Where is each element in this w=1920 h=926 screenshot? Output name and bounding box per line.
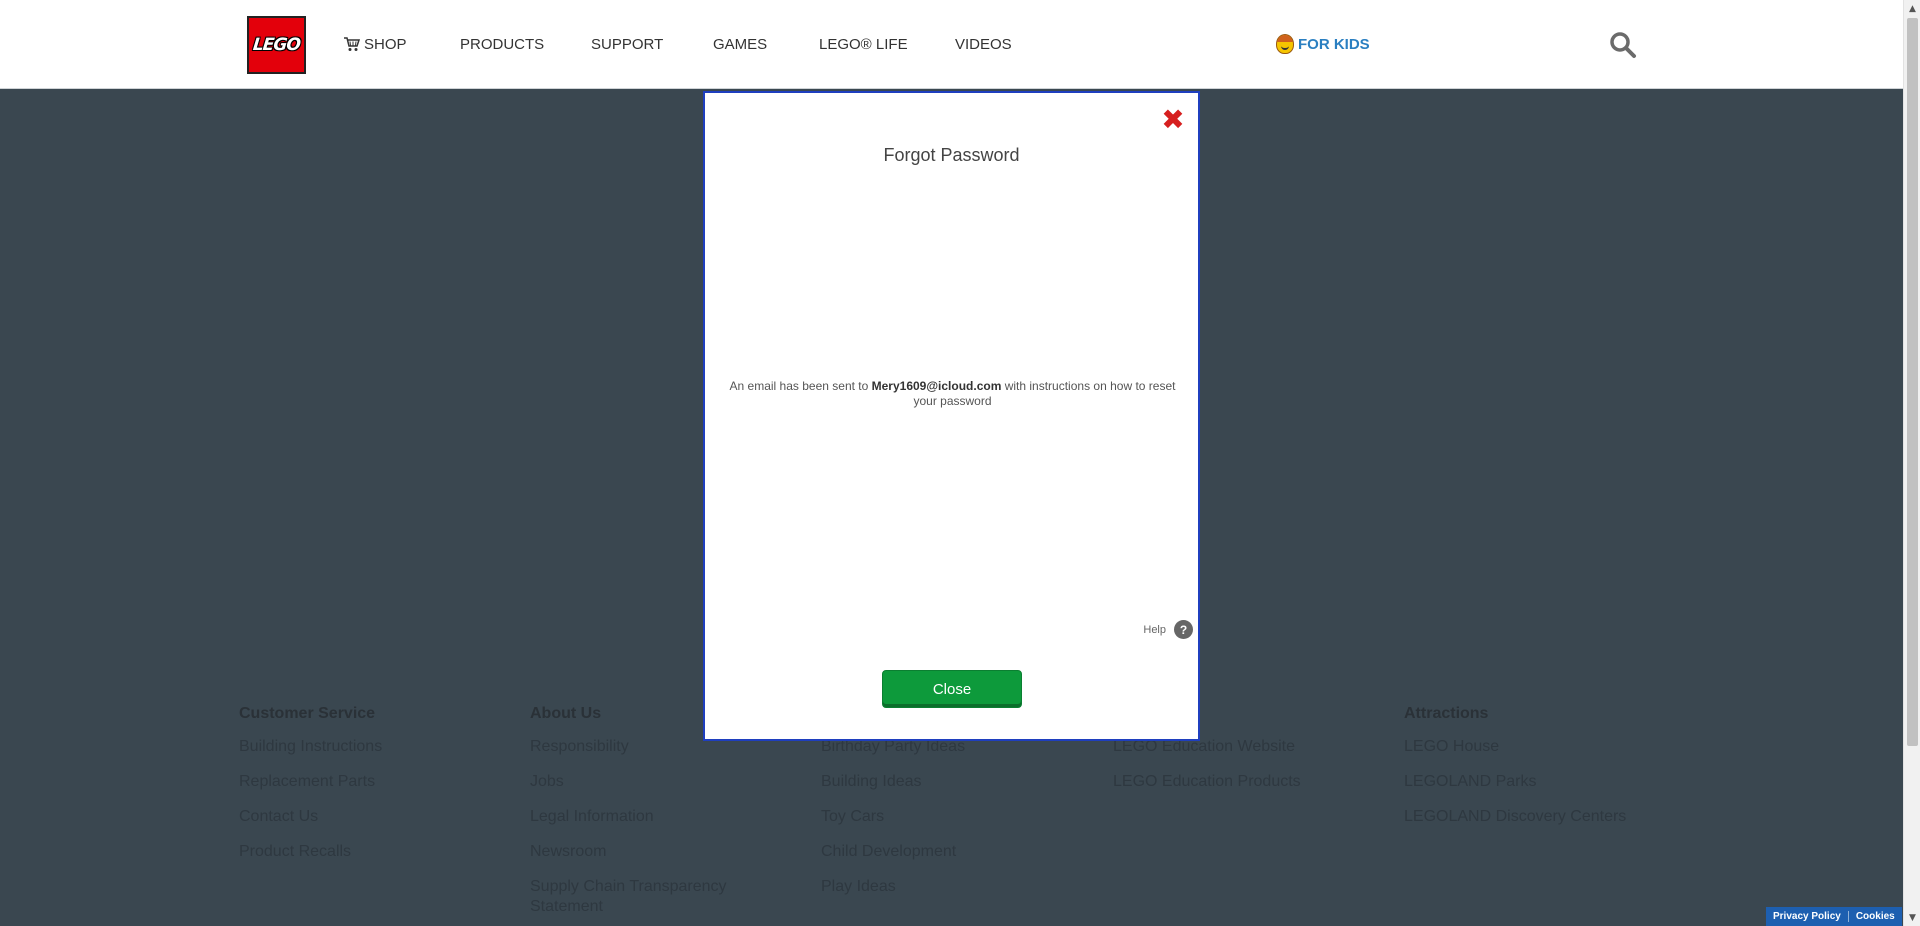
close-icon[interactable]: ✖ bbox=[1160, 106, 1186, 134]
nav-support[interactable]: SUPPORT bbox=[591, 36, 663, 53]
nav-shop[interactable]: SHOP bbox=[343, 36, 407, 53]
search-icon[interactable] bbox=[1609, 31, 1637, 59]
footer-column-customer-service: Customer Service Building Instructions R… bbox=[239, 705, 382, 869]
footer-link[interactable]: Jobs bbox=[530, 764, 745, 799]
scroll-down-arrow-icon[interactable]: ▼ bbox=[1904, 909, 1920, 926]
nav-support-label: SUPPORT bbox=[591, 36, 664, 53]
nav-games[interactable]: GAMES bbox=[713, 36, 767, 53]
footer-column-title: Customer Service bbox=[239, 705, 376, 722]
privacy-policy-link[interactable]: Privacy Policy bbox=[1766, 911, 1848, 922]
dialog-message: An email has been sent to Mery1609@iclou… bbox=[723, 379, 1182, 409]
footer-link[interactable]: LEGOLAND Parks bbox=[1404, 764, 1626, 799]
nav-videos[interactable]: VIDEOS bbox=[955, 36, 1012, 53]
help-link[interactable]: Help ? bbox=[1143, 620, 1193, 639]
nav-for-kids-label: FOR KIDS bbox=[1298, 35, 1370, 53]
footer-link[interactable]: LEGO Education Products bbox=[1113, 764, 1301, 799]
footer-link[interactable]: Play Ideas bbox=[821, 869, 965, 904]
dialog-title: Forgot Password bbox=[883, 145, 1020, 165]
lego-logo[interactable]: LEGO bbox=[247, 16, 306, 74]
page-scrollbar[interactable]: ▲ ▼ bbox=[1903, 0, 1920, 926]
help-icon: ? bbox=[1174, 620, 1193, 639]
nav-games-label: GAMES bbox=[713, 36, 768, 53]
footer-link[interactable]: Building Instructions bbox=[239, 729, 382, 764]
footer-link[interactable]: Legal Information bbox=[530, 799, 745, 834]
footer-column-attractions: Attractions LEGO House LEGOLAND Parks LE… bbox=[1404, 705, 1626, 834]
footer-link[interactable]: LEGOLAND Discovery Centers bbox=[1404, 799, 1626, 834]
message-prefix: An email has been sent to bbox=[729, 379, 872, 393]
footer-link[interactable]: Child Development bbox=[821, 834, 965, 869]
help-label: Help bbox=[1143, 623, 1166, 636]
footer-link[interactable]: Contact Us bbox=[239, 799, 382, 834]
footer-link[interactable]: Newsroom bbox=[530, 834, 745, 869]
footer-link[interactable]: Building Ideas bbox=[821, 764, 965, 799]
scroll-up-arrow-icon[interactable]: ▲ bbox=[1904, 0, 1920, 17]
minifig-head-icon bbox=[1276, 34, 1294, 54]
cart-icon bbox=[344, 37, 360, 51]
logo-text: LEGO bbox=[252, 35, 301, 55]
cookies-link[interactable]: Cookies bbox=[1849, 911, 1902, 922]
site-header: LEGO SHOP PRODUCTS SUPPORT GAMES LEGO® L… bbox=[0, 0, 1903, 89]
footer-column-title: Attractions bbox=[1404, 705, 1489, 722]
nav-lego-life[interactable]: LEGO® LIFE bbox=[819, 36, 908, 53]
footer-link[interactable]: Product Recalls bbox=[239, 834, 382, 869]
forgot-password-dialog: ✖ Forgot Password An email has been sent… bbox=[703, 91, 1200, 741]
nav-shop-label: SHOP bbox=[364, 36, 407, 53]
nav-products[interactable]: PRODUCTS bbox=[460, 36, 544, 53]
footer-link[interactable]: LEGO House bbox=[1404, 729, 1626, 764]
email-address: Mery1609@icloud.com bbox=[871, 379, 1002, 393]
footer-link[interactable]: Replacement Parts bbox=[239, 764, 382, 799]
close-button[interactable]: Close bbox=[882, 670, 1022, 708]
cookie-bar: Privacy Policy Cookies bbox=[1766, 907, 1902, 926]
nav-products-label: PRODUCTS bbox=[460, 36, 545, 53]
footer-link[interactable]: Supply Chain Transparency Statement bbox=[530, 869, 745, 917]
nav-videos-label: VIDEOS bbox=[955, 36, 1012, 53]
scroll-thumb[interactable] bbox=[1907, 18, 1918, 746]
nav-lego-life-label: LEGO® LIFE bbox=[819, 36, 908, 53]
nav-for-kids[interactable]: FOR KIDS bbox=[1276, 34, 1370, 54]
footer-link[interactable]: Toy Cars bbox=[821, 799, 965, 834]
